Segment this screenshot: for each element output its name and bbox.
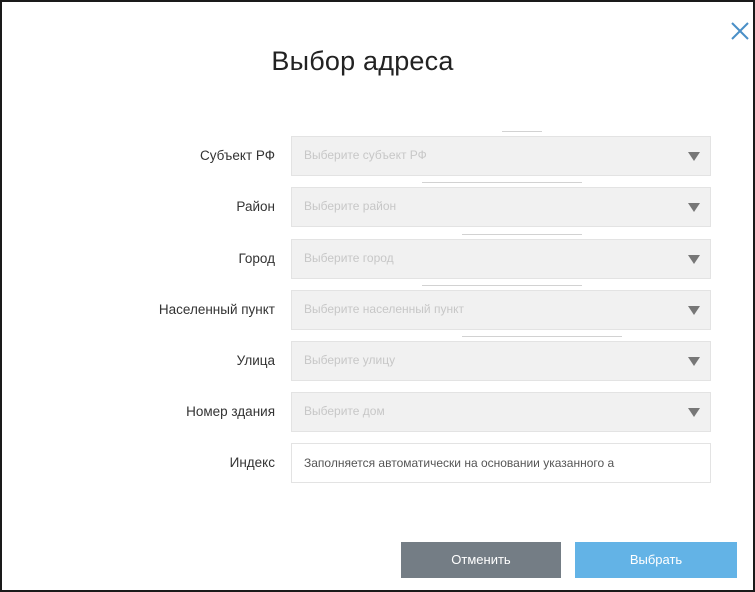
select-button[interactable]: Выбрать bbox=[575, 542, 737, 578]
triangle-down-icon bbox=[688, 203, 700, 212]
field-row-building: Номер здания Выберите дом bbox=[2, 392, 753, 434]
field-row-district: Район Выберите район bbox=[2, 187, 753, 229]
district-select[interactable]: Выберите район bbox=[291, 187, 711, 227]
index-input[interactable]: Заполняется автоматически на основании у… bbox=[291, 443, 711, 483]
street-select[interactable]: Выберите улицу bbox=[291, 341, 711, 381]
triangle-down-icon bbox=[688, 408, 700, 417]
field-row-locality: Населенный пункт Выберите населенный пун… bbox=[2, 290, 753, 332]
triangle-down-icon bbox=[688, 357, 700, 366]
field-label: Район bbox=[236, 199, 275, 214]
triangle-down-icon bbox=[688, 152, 700, 161]
index-value: Заполняется автоматически на основании у… bbox=[304, 456, 615, 470]
field-row-index: Индекс Заполняется автоматически на осно… bbox=[2, 443, 753, 485]
select-placeholder: Выберите улицу bbox=[304, 353, 396, 367]
divider bbox=[462, 336, 622, 337]
building-select[interactable]: Выберите дом bbox=[291, 392, 711, 432]
field-label: Номер здания bbox=[186, 404, 275, 419]
field-label: Город bbox=[238, 251, 275, 266]
field-label: Населенный пункт bbox=[158, 302, 275, 317]
divider bbox=[422, 182, 582, 183]
field-row-city: Город Выберите город bbox=[2, 239, 753, 281]
select-placeholder: Выберите субъект РФ bbox=[304, 148, 427, 162]
select-placeholder: Выберите город bbox=[304, 251, 394, 265]
divider bbox=[462, 234, 582, 235]
close-button[interactable] bbox=[729, 20, 751, 42]
select-placeholder: Выберите дом bbox=[304, 404, 385, 418]
divider bbox=[502, 131, 542, 132]
locality-select[interactable]: Выберите населенный пункт bbox=[291, 290, 711, 330]
triangle-down-icon bbox=[688, 306, 700, 315]
cancel-button[interactable]: Отменить bbox=[401, 542, 561, 578]
divider bbox=[422, 285, 582, 286]
field-row-subject: Субъект РФ Выберите субъект РФ bbox=[2, 136, 753, 178]
field-label: Индекс bbox=[229, 455, 275, 470]
address-dialog: Выбор адреса Субъект РФ Выберите субъект… bbox=[0, 0, 755, 592]
close-icon bbox=[731, 22, 749, 40]
city-select[interactable]: Выберите город bbox=[291, 239, 711, 279]
subject-select[interactable]: Выберите субъект РФ bbox=[291, 136, 711, 176]
field-label: Улица bbox=[236, 353, 275, 368]
dialog-title: Выбор адреса bbox=[271, 46, 454, 76]
field-label: Субъект РФ bbox=[200, 148, 275, 163]
field-row-street: Улица Выберите улицу bbox=[2, 341, 753, 383]
select-placeholder: Выберите населенный пункт bbox=[304, 302, 464, 316]
triangle-down-icon bbox=[688, 255, 700, 264]
select-placeholder: Выберите район bbox=[304, 199, 397, 213]
